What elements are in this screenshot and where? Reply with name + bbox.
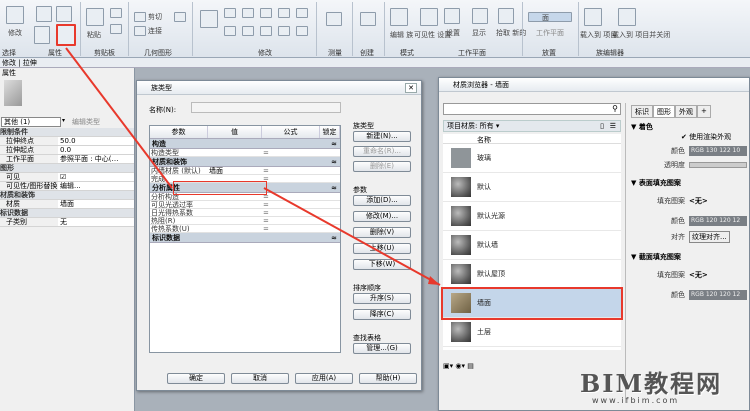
arrow-to-material [263, 187, 441, 286]
watermark-text: BIM教程网 [580, 369, 723, 398]
arrowhead [428, 276, 440, 285]
arrow-to-family-types [65, 47, 173, 189]
annotation-arrows [65, 47, 441, 286]
watermark-url: www.ifbim.com [592, 396, 680, 405]
